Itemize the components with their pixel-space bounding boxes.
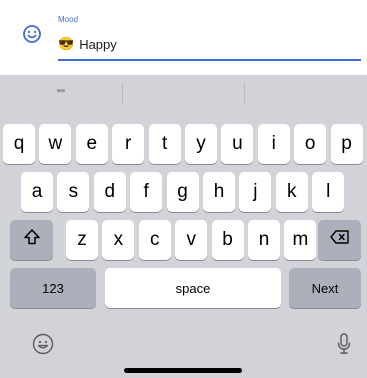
key-x[interactable]: x [102,220,135,260]
key-k[interactable]: k [275,172,308,212]
smiley-icon [22,24,42,44]
key-z[interactable]: z [66,220,98,260]
key-y[interactable]: y [185,124,217,164]
suggestion-bar: ”” [0,75,367,113]
key-w[interactable]: w [39,124,72,164]
key-d[interactable]: d [93,172,126,212]
key-i[interactable]: i [257,124,290,164]
mood-field-area: Mood 😎 Happy [0,0,367,75]
key-g[interactable]: g [166,172,199,212]
key-t[interactable]: t [148,124,181,164]
key-f[interactable]: f [130,172,163,212]
numbers-key[interactable]: 123 [10,268,96,308]
key-r[interactable]: r [112,124,145,164]
key-m[interactable]: m [284,220,317,260]
shift-icon [23,228,41,252]
key-j[interactable]: j [239,172,272,212]
key-n[interactable]: n [248,220,280,260]
key-c[interactable]: c [138,220,171,260]
suggestion-1[interactable]: ”” [0,75,122,113]
shift-key[interactable] [10,220,53,260]
mood-value-text: Happy [79,36,117,52]
microphone-icon[interactable] [336,332,352,361]
delete-icon [329,229,350,251]
mood-label: Mood [58,15,79,24]
mood-emoji: 😎 [58,36,75,51]
space-key[interactable]: space [105,268,281,308]
delete-key[interactable] [318,220,361,260]
key-l[interactable]: l [312,172,345,212]
mood-input[interactable]: 😎 Happy [58,36,117,52]
mood-input-underline [58,59,361,61]
home-indicator [124,368,242,373]
key-o[interactable]: o [294,124,327,164]
next-key[interactable]: Next [289,268,361,308]
key-b[interactable]: b [211,220,244,260]
suggestion-2[interactable] [123,75,245,113]
key-v[interactable]: v [175,220,208,260]
suggestion-3[interactable] [245,75,367,113]
emoji-icon[interactable] [32,333,54,360]
key-q[interactable]: q [3,124,35,164]
key-a[interactable]: a [21,172,53,212]
key-p[interactable]: p [330,124,363,164]
key-s[interactable]: s [57,172,90,212]
key-u[interactable]: u [221,124,254,164]
key-e[interactable]: e [75,124,108,164]
key-h[interactable]: h [203,172,235,212]
